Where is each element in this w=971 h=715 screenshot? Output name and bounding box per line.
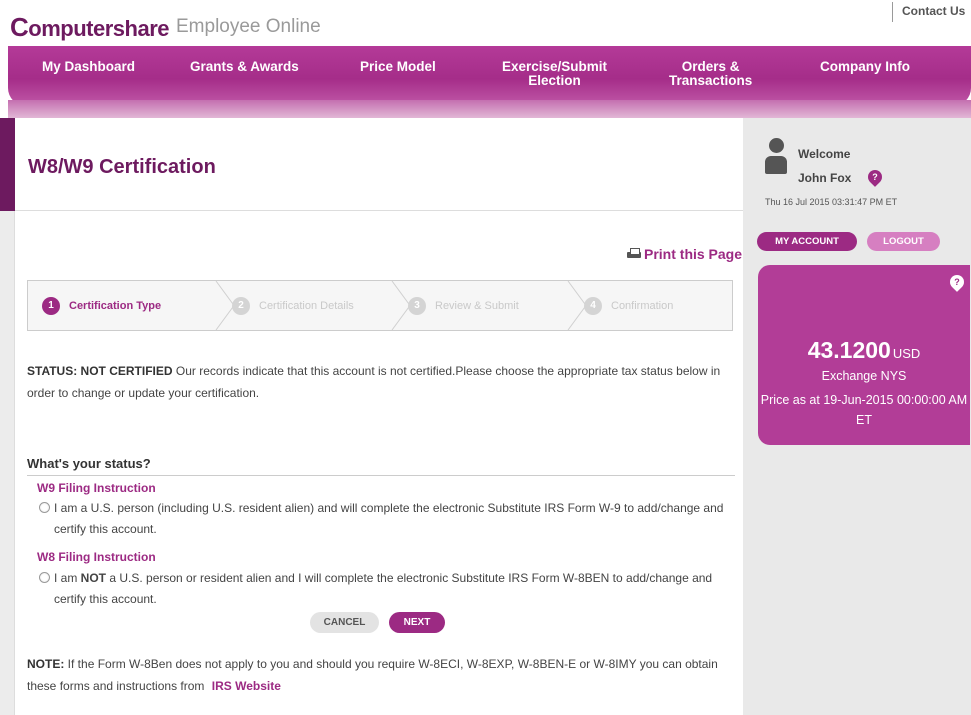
nav-company-info[interactable]: Company Info xyxy=(820,60,910,74)
stock-price: 43.1200 USD xyxy=(807,337,921,363)
help-pin-icon[interactable]: ? xyxy=(865,167,885,187)
irs-website-link[interactable]: IRS Website xyxy=(212,679,281,693)
page-title: W8/W9 Certification xyxy=(28,156,216,178)
main-nav: My Dashboard Grants & Awards Price Model… xyxy=(8,46,971,106)
step-confirmation: 4 Confirmation xyxy=(584,281,673,330)
w8-radio[interactable] xyxy=(39,572,50,583)
computershare-logo[interactable]: Computershare xyxy=(10,12,169,43)
status-question-title: What's your status? xyxy=(27,456,735,476)
w8-option: I am NOT a U.S. person or resident alien… xyxy=(27,568,737,610)
title-band: W8/W9 Certification xyxy=(0,118,744,211)
print-page-link[interactable]: Print this Page xyxy=(627,246,742,262)
price-as-at: Price as at 19-Jun-2015 00:00:00 AM ET xyxy=(760,393,968,427)
logout-button[interactable]: LOGOUT xyxy=(867,232,940,251)
nav-shadow-band xyxy=(8,100,971,118)
session-timestamp: Thu 16 Jul 2015 03:31:47 PM ET xyxy=(765,197,898,207)
nav-grants-awards[interactable]: Grants & Awards xyxy=(190,60,299,74)
header: Computershare Employee Online Contact Us xyxy=(0,0,971,46)
printer-icon xyxy=(627,248,641,260)
my-account-button[interactable]: MY ACCOUNT xyxy=(757,232,857,251)
nav-price-model[interactable]: Price Model xyxy=(360,60,436,74)
stock-price-card: ? 43.1200 USD Exchange NYS Price as at 19… xyxy=(758,265,970,445)
main-content: W8/W9 Certification Print this Page 1 Ce… xyxy=(0,118,744,715)
w9-filing-instruction-link[interactable]: W9 Filing Instruction xyxy=(37,481,156,495)
nav-my-dashboard[interactable]: My Dashboard xyxy=(42,60,135,74)
exchange-label: Exchange NYS xyxy=(821,369,907,383)
cancel-button[interactable]: CANCEL xyxy=(310,612,379,633)
nav-orders-transactions[interactable]: Orders & Transactions xyxy=(669,60,752,88)
nav-exercise-submit-election[interactable]: Exercise/Submit Election xyxy=(502,60,607,88)
note-text: NOTE: If the Form W-8Ben does not apply … xyxy=(27,657,718,693)
sidebar: Welcome John Fox ? Thu 16 Jul 2015 03:31… xyxy=(743,118,971,715)
step-certification-details: 2 Certification Details xyxy=(232,281,354,330)
price-help-pin-icon[interactable]: ? xyxy=(947,272,967,292)
w9-option: I am a U.S. person (including U.S. resid… xyxy=(27,498,737,540)
contact-us-link[interactable]: Contact Us xyxy=(902,4,965,18)
step-certification-type: 1 Certification Type xyxy=(42,281,161,330)
user-avatar-icon xyxy=(765,138,787,176)
header-divider xyxy=(892,2,893,22)
welcome-label: Welcome xyxy=(798,147,851,161)
w9-radio[interactable] xyxy=(39,502,50,513)
logo-subtitle: Employee Online xyxy=(176,16,321,37)
next-button[interactable]: NEXT xyxy=(389,612,445,633)
w8-filing-instruction-link[interactable]: W8 Filing Instruction xyxy=(37,550,156,564)
user-name: John Fox xyxy=(798,171,852,185)
step-progress: 1 Certification Type 2 Certification Det… xyxy=(27,280,733,331)
step-review-submit: 3 Review & Submit xyxy=(408,281,519,330)
status-message: STATUS: NOT CERTIFIED Our records indica… xyxy=(27,364,721,400)
